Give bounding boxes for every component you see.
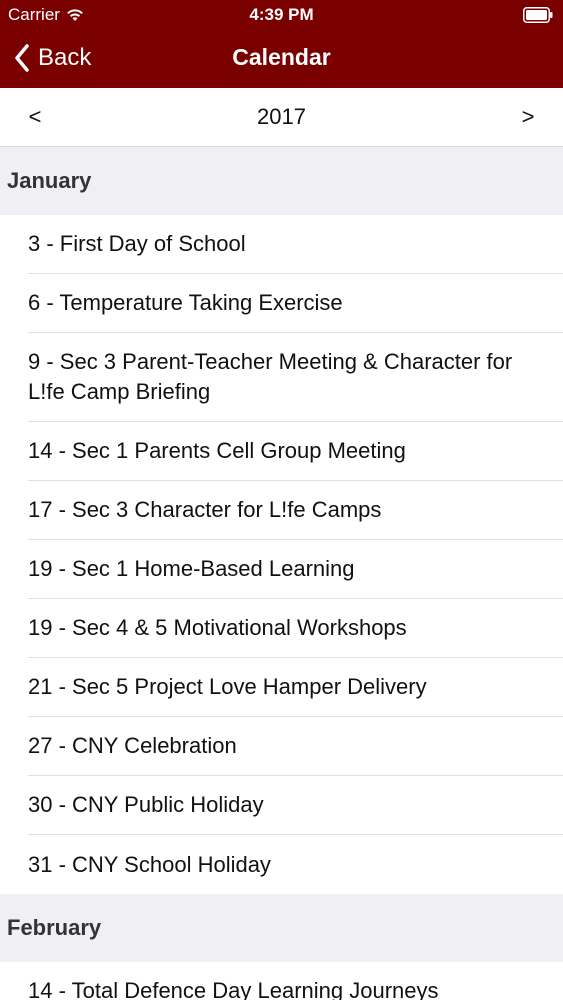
month-label: January <box>7 168 92 193</box>
status-time: 4:39 PM <box>249 5 314 24</box>
event-label: 6 - Temperature Taking Exercise <box>28 290 343 315</box>
navigation-bar: Back Calendar <box>0 30 563 88</box>
list-item[interactable]: 19 - Sec 4 & 5 Motivational Workshops <box>28 599 563 658</box>
list-item[interactable]: 14 - Sec 1 Parents Cell Group Meeting <box>28 422 563 481</box>
month-header-february: February <box>0 894 563 962</box>
list-item[interactable]: 19 - Sec 1 Home-Based Learning <box>28 540 563 599</box>
calendar-screen: Carrier 4:39 PM Back Calendar < 2017 > J… <box>0 0 563 1000</box>
battery-icon <box>523 7 553 23</box>
event-label: 31 - CNY School Holiday <box>28 851 271 877</box>
list-item[interactable]: 3 - First Day of School <box>28 215 563 274</box>
list-item[interactable]: 21 - Sec 5 Project Love Hamper Delivery <box>28 658 563 717</box>
status-bar: Carrier 4:39 PM <box>0 0 563 30</box>
list-item[interactable]: 30 - CNY Public Holiday <box>28 776 563 835</box>
event-label: 30 - CNY Public Holiday <box>28 792 264 817</box>
next-year-button[interactable]: > <box>513 104 543 130</box>
list-item[interactable]: 27 - CNY Celebration <box>28 717 563 776</box>
event-label: 9 - Sec 3 Parent-Teacher Meeting & Chara… <box>28 349 513 404</box>
list-item[interactable]: 17 - Sec 3 Character for L!fe Camps <box>28 481 563 540</box>
page-title: Calendar <box>232 44 331 70</box>
top-bar: Carrier 4:39 PM Back Calendar <box>0 0 563 88</box>
event-label: 14 - Total Defence Day Learning Journeys <box>28 978 439 1000</box>
list-item[interactable]: 14 - Total Defence Day Learning Journeys <box>28 962 563 1000</box>
event-label: 19 - Sec 1 Home-Based Learning <box>28 556 355 581</box>
event-label: 17 - Sec 3 Character for L!fe Camps <box>28 497 382 522</box>
month-header-january: January <box>0 147 563 215</box>
event-label: 21 - Sec 5 Project Love Hamper Delivery <box>28 674 427 699</box>
event-label: 14 - Sec 1 Parents Cell Group Meeting <box>28 438 406 463</box>
event-label: 3 - First Day of School <box>28 231 246 256</box>
list-item[interactable]: 9 - Sec 3 Parent-Teacher Meeting & Chara… <box>28 333 563 422</box>
event-label: 27 - CNY Celebration <box>28 733 237 758</box>
month-label: February <box>7 915 102 940</box>
events-list: January 3 - First Day of School 6 - Temp… <box>0 147 563 1000</box>
year-label: 2017 <box>257 104 306 129</box>
list-item[interactable]: 6 - Temperature Taking Exercise <box>28 274 563 333</box>
list-item[interactable]: 31 - CNY School Holiday <box>28 835 563 894</box>
year-selector: < 2017 > <box>0 88 563 147</box>
event-label: 19 - Sec 4 & 5 Motivational Workshops <box>28 615 407 640</box>
